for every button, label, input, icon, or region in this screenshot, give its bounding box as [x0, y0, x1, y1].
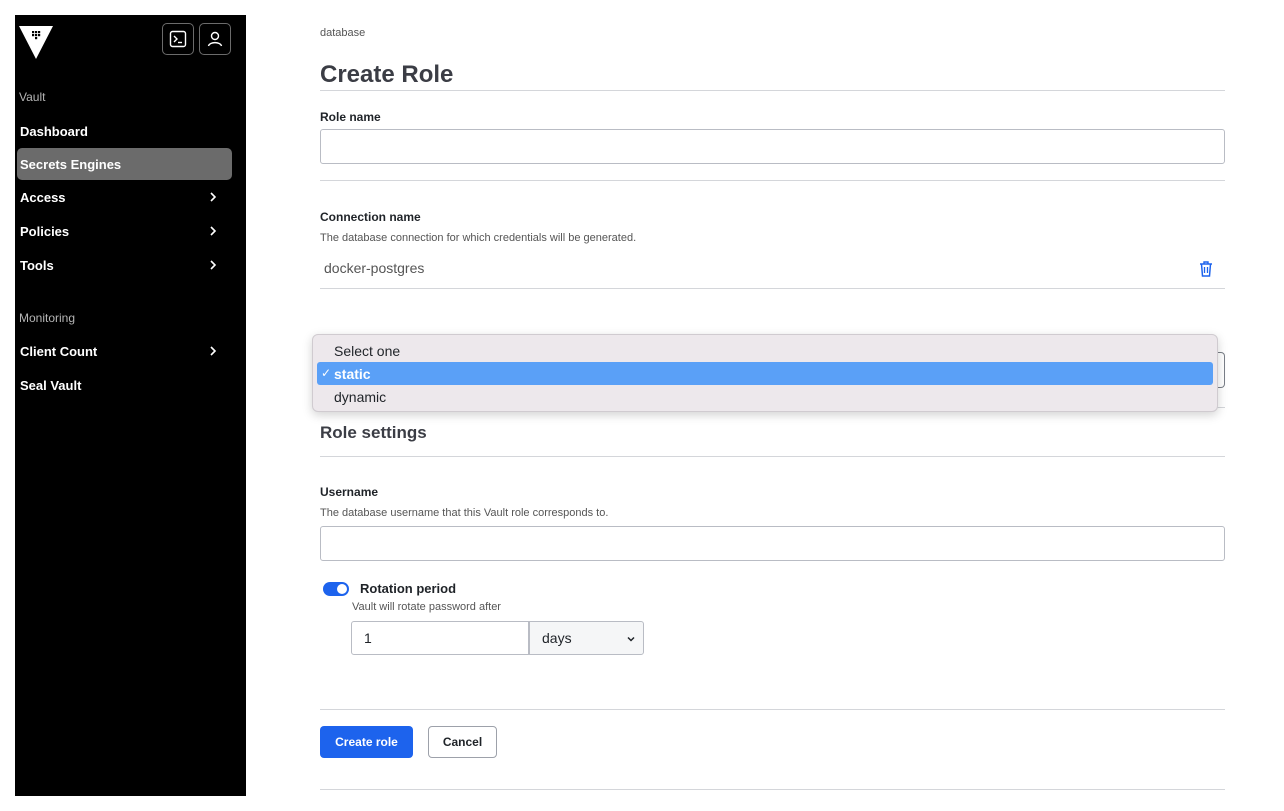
- chevron-down-icon: [627, 636, 635, 642]
- nav-section-monitoring: Monitoring: [19, 311, 76, 325]
- chevron-right-icon: [210, 346, 217, 356]
- sidebar-item-label: Seal Vault: [20, 377, 82, 393]
- sidebar-item-label: Access: [20, 189, 66, 205]
- breadcrumb[interactable]: database: [320, 27, 365, 39]
- connection-name-value: docker-postgres: [324, 260, 425, 276]
- divider: [320, 789, 1225, 790]
- chevron-right-icon: [210, 260, 217, 270]
- rotation-period-toggle[interactable]: [323, 582, 349, 596]
- type-dropdown-menu: Select one ✓ static dynamic: [312, 334, 1218, 412]
- vault-logo-icon[interactable]: [18, 23, 54, 59]
- role-name-input[interactable]: [320, 129, 1225, 164]
- terminal-icon: [169, 30, 187, 48]
- sidebar-item-label: Client Count: [20, 343, 98, 359]
- cancel-button[interactable]: Cancel: [428, 726, 497, 758]
- trash-icon[interactable]: [1198, 260, 1214, 278]
- sidebar-item-label: Secrets Engines: [20, 156, 122, 172]
- console-button[interactable]: [162, 23, 194, 55]
- nav-section-vault: Vault: [19, 90, 46, 104]
- username-help: The database username that this Vault ro…: [320, 507, 609, 519]
- dropdown-option-select-one[interactable]: Select one: [313, 339, 1217, 362]
- rotation-unit-value: days: [542, 630, 572, 646]
- option-label: Select one: [334, 342, 401, 359]
- divider: [320, 180, 1225, 181]
- sidebar-item-dashboard[interactable]: Dashboard: [17, 115, 232, 147]
- divider: [320, 456, 1225, 457]
- user-menu-button[interactable]: [199, 23, 231, 55]
- create-role-button[interactable]: Create role: [320, 726, 413, 758]
- username-input[interactable]: [320, 526, 1225, 561]
- connection-name-label: Connection name: [320, 210, 421, 224]
- sidebar: Vault Dashboard Secrets Engines Access P…: [15, 15, 246, 796]
- rotation-period-input[interactable]: [351, 621, 529, 655]
- chevron-right-icon: [210, 192, 217, 202]
- connection-name-help: The database connection for which creden…: [320, 232, 637, 244]
- sidebar-item-seal-vault[interactable]: Seal Vault: [17, 369, 232, 401]
- sidebar-item-tools[interactable]: Tools: [17, 249, 232, 281]
- rotation-period-help: Vault will rotate password after: [352, 601, 501, 613]
- sidebar-item-client-count[interactable]: Client Count: [17, 335, 232, 367]
- sidebar-item-label: Tools: [20, 257, 54, 273]
- checkmark-icon: ✓: [321, 366, 332, 380]
- sidebar-item-access[interactable]: Access: [17, 181, 232, 213]
- dropdown-option-dynamic[interactable]: dynamic: [313, 385, 1217, 408]
- option-label: static: [334, 365, 371, 382]
- rotation-period-label: Rotation period: [360, 581, 457, 596]
- username-label: Username: [320, 485, 379, 499]
- option-label: dynamic: [334, 388, 387, 405]
- user-icon: [207, 31, 223, 47]
- sidebar-item-secrets-engines[interactable]: Secrets Engines: [17, 148, 232, 180]
- rotation-unit-select[interactable]: days: [529, 621, 644, 655]
- divider: [320, 90, 1225, 91]
- sidebar-item-label: Dashboard: [20, 123, 88, 139]
- sidebar-item-policies[interactable]: Policies: [17, 215, 232, 247]
- divider: [320, 288, 1225, 289]
- divider: [320, 709, 1225, 710]
- sidebar-item-label: Policies: [20, 223, 70, 239]
- role-name-label: Role name: [320, 110, 381, 124]
- page-title: Create Role: [320, 61, 454, 88]
- role-settings-title: Role settings: [320, 423, 427, 442]
- chevron-right-icon: [210, 226, 217, 236]
- dropdown-option-static[interactable]: ✓ static: [317, 362, 1213, 385]
